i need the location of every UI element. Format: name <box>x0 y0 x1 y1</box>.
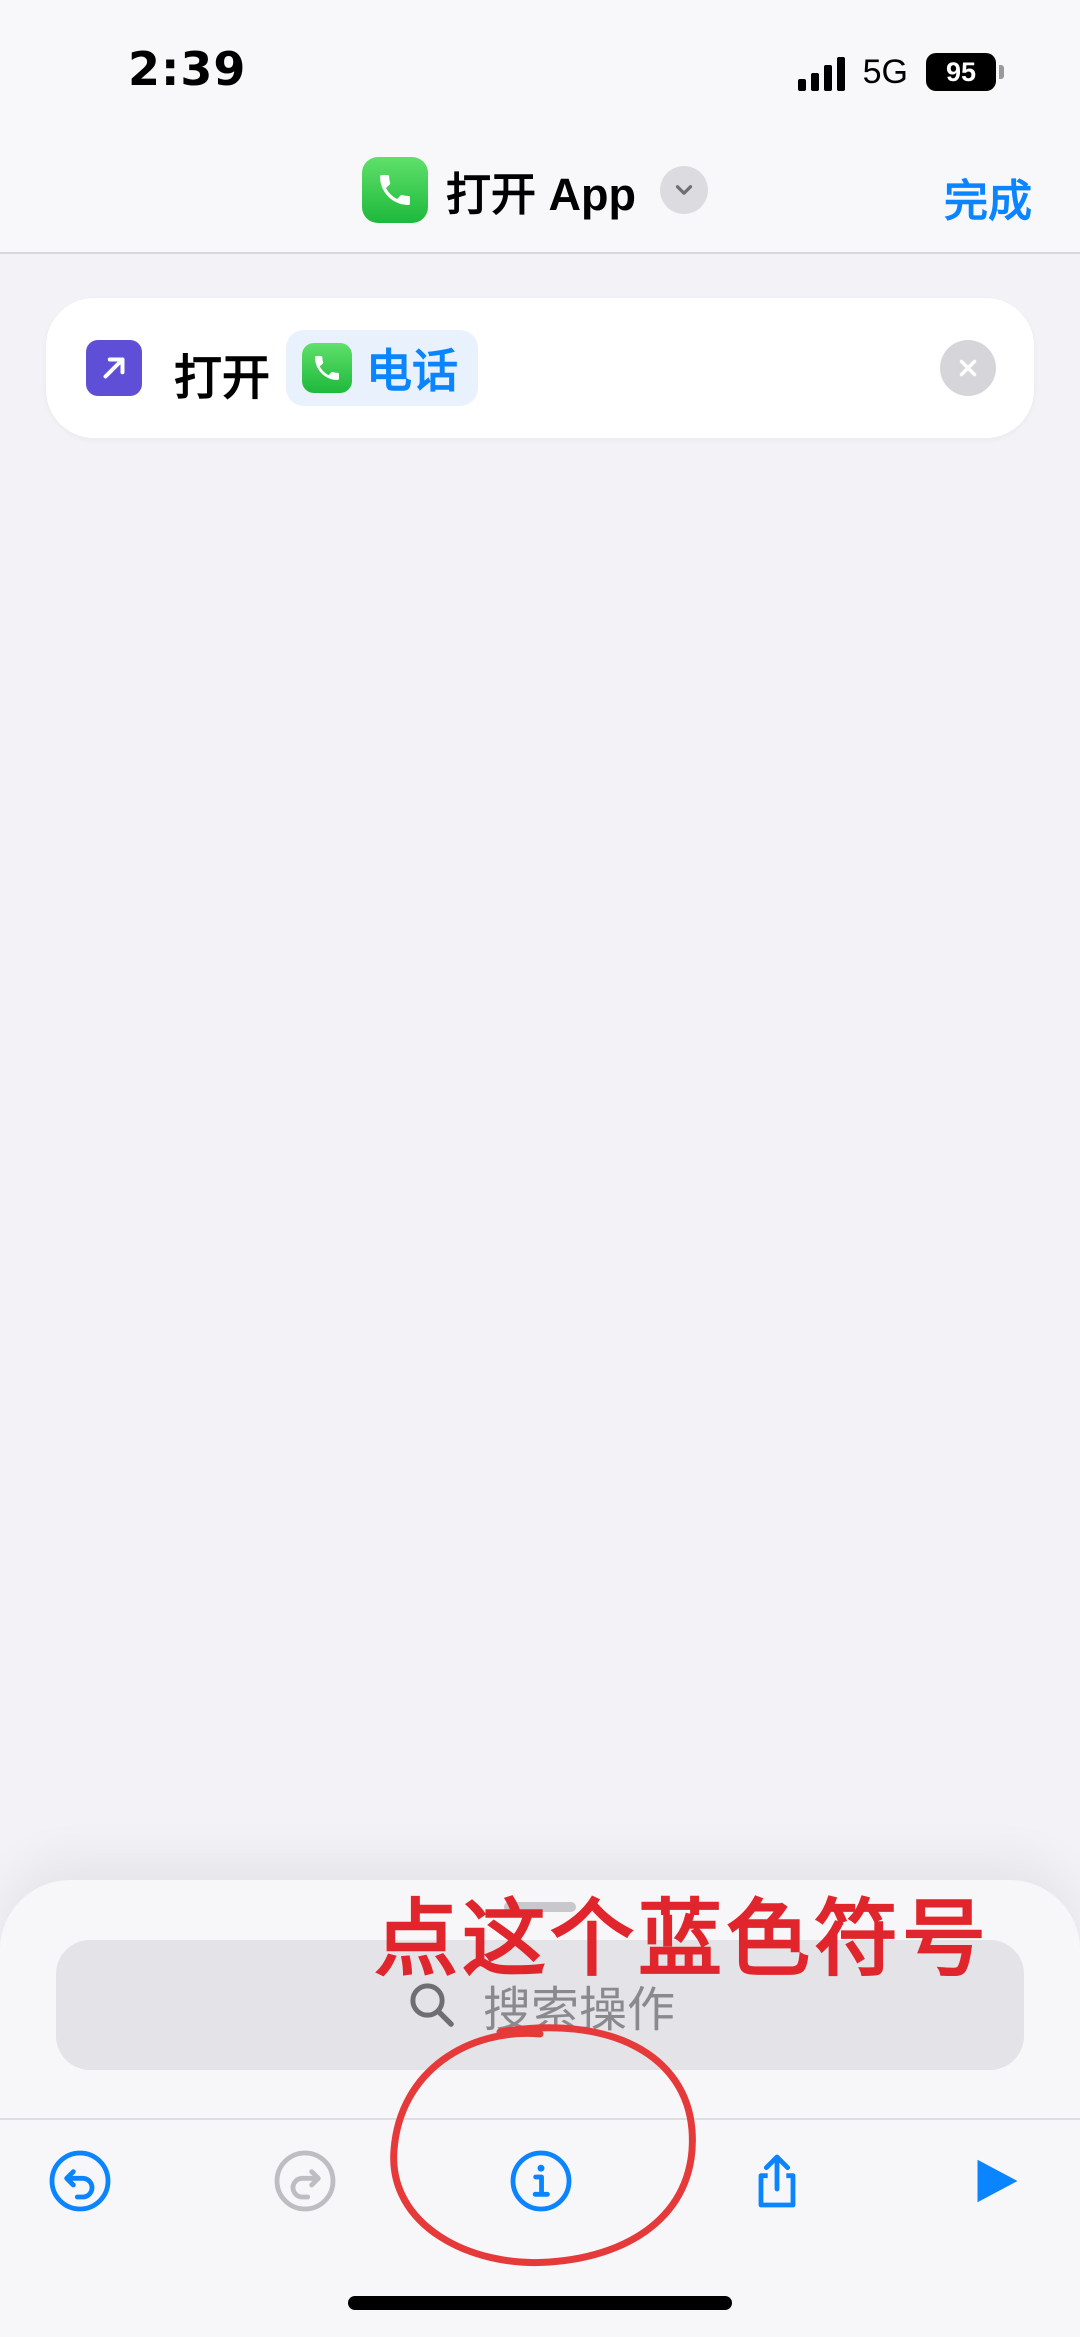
play-icon[interactable] <box>960 2146 1030 2216</box>
action-verb: 打开 <box>174 350 271 406</box>
app-parameter-token[interactable]: 电话 <box>286 330 478 406</box>
nav-title: 打开 App <box>446 168 636 220</box>
nav-bar: 打开 App 完成 <box>0 135 1080 254</box>
nav-title-button[interactable]: 打开 App <box>362 155 708 225</box>
undo-icon[interactable] <box>45 2146 115 2216</box>
phone-icon <box>302 343 352 393</box>
battery-cap <box>999 65 1004 79</box>
shortcut-editor-screen: 2:39 5G 95 打开 App 完成 打开 电话 搜索操作 点这个蓝色符号 <box>0 0 1080 2337</box>
redo-icon[interactable] <box>270 2146 340 2216</box>
share-icon[interactable] <box>742 2146 812 2216</box>
network-label: 5G <box>862 52 908 91</box>
status-indicators: 5G 95 <box>797 52 1004 92</box>
app-name-label: 电话 <box>366 344 458 398</box>
battery-icon: 95 <box>926 53 1004 91</box>
battery-level: 95 <box>926 53 996 91</box>
annotation-text: 点这个蓝色符号 <box>374 1890 991 1988</box>
chevron-down-icon[interactable] <box>659 166 708 214</box>
close-icon[interactable] <box>940 340 996 396</box>
status-time: 2:39 <box>128 42 247 96</box>
arrow-up-right-icon <box>86 340 142 396</box>
status-bar: 2:39 5G 95 <box>0 0 1080 135</box>
open-app-action-card[interactable]: 打开 电话 <box>46 298 1034 438</box>
signal-icon <box>797 53 845 91</box>
done-button[interactable]: 完成 <box>944 165 1032 229</box>
phone-icon <box>362 157 428 223</box>
home-indicator[interactable] <box>348 2296 732 2310</box>
annotation-circle <box>390 2024 696 2267</box>
